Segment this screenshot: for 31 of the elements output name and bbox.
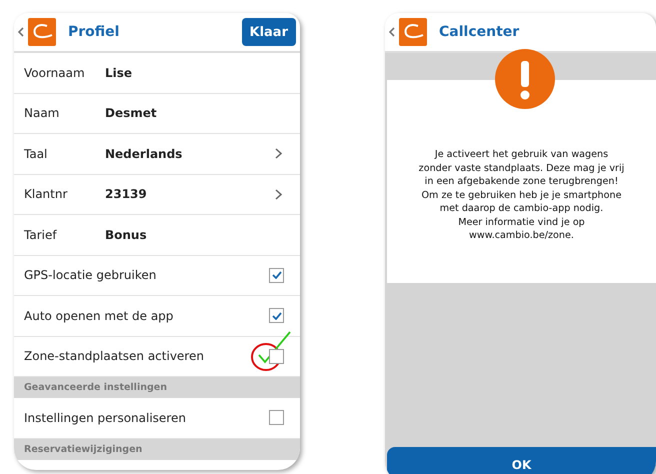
section-header: Geavanceerde instellingen — [14, 377, 300, 398]
field-value: Nederlands — [105, 146, 184, 161]
logo-icon — [28, 18, 56, 46]
setting-label: GPS-locatie gebruiken — [24, 268, 158, 282]
screen-title: Profiel — [68, 24, 120, 40]
field-value: Lise — [105, 66, 134, 80]
done-button[interactable]: Klaar — [242, 18, 296, 46]
setting-label: Zone-standplaatsen activeren — [24, 349, 205, 364]
field-label: Taal — [24, 146, 48, 161]
field-label: Tarief — [24, 228, 58, 242]
field-label: Naam — [24, 106, 60, 120]
checkbox[interactable] — [269, 410, 284, 426]
field-value: Bonus — [105, 228, 148, 242]
section-header: Reservatiewijzigingen — [14, 438, 300, 460]
field-value: 23139 — [105, 187, 148, 202]
field-value: Desmet — [105, 106, 158, 120]
field-label: Klantnr — [24, 187, 68, 202]
logo-icon — [399, 18, 427, 46]
ok-button[interactable]: OK — [387, 447, 656, 474]
setting-label: Instellingen personaliseren — [24, 410, 187, 425]
checkbox[interactable] — [269, 268, 284, 283]
profile-row[interactable]: Taal Nederlands — [14, 134, 300, 174]
screen-title: Callcenter — [439, 24, 520, 40]
back-icon[interactable] — [18, 27, 24, 37]
back-icon[interactable] — [389, 27, 395, 37]
message-text: Je activeert het gebruik van wagens zonder vaste standplaats. Deze mag je vrij in een afgebakende zone terugbrengen! Om ze te gebruiken heb je je smartphone met daarop de cambio-app nodig. Meer informatie vind je op www.cambio.be/zone. — [418, 148, 624, 243]
profile-row[interactable]: Klantnr 23139 — [14, 174, 300, 215]
field-label: Voornaam — [24, 66, 86, 80]
checkbox[interactable] — [269, 348, 284, 364]
checkbox[interactable] — [269, 308, 284, 324]
setting-label: Auto openen met de app — [24, 308, 174, 323]
